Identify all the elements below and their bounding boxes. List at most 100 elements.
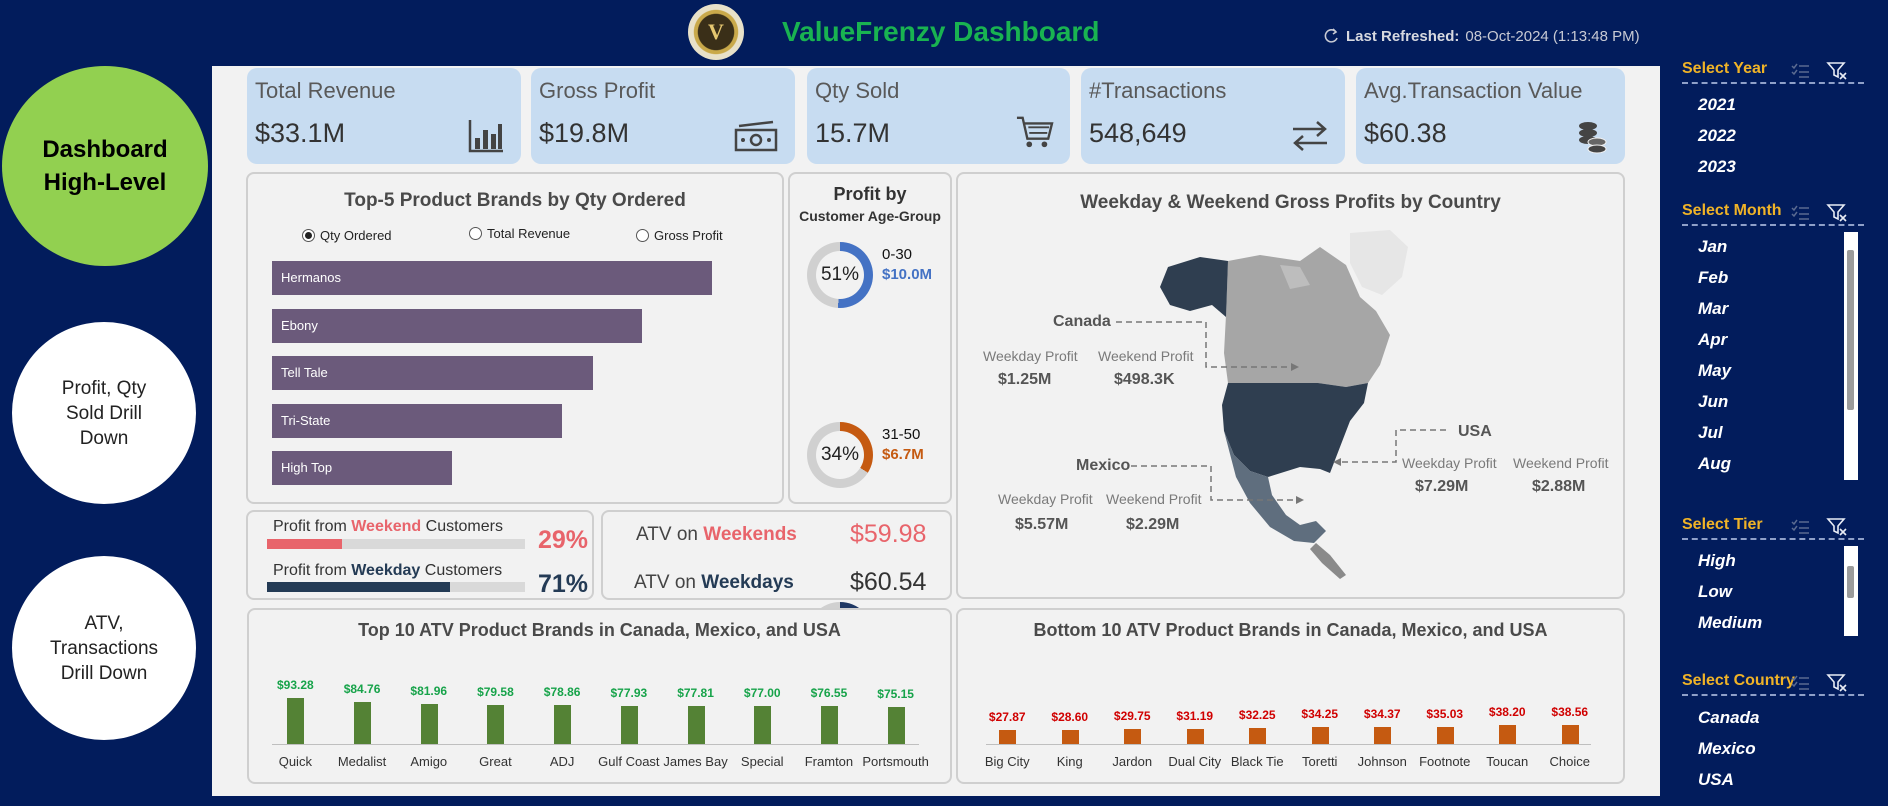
scrollbar-thumb[interactable] [1847, 250, 1854, 410]
atv-weekends-value: $59.98 [850, 520, 927, 548]
slicer-item-month[interactable]: Aug [1698, 454, 1731, 474]
atv-bar [1124, 729, 1142, 744]
country-label-usa: USA [1458, 423, 1492, 440]
atv-weekdays-value: $60.54 [850, 568, 927, 596]
kpi-value: $33.1M [255, 118, 346, 148]
nav-label: Dashboard High-Level [42, 136, 168, 196]
atv-bar [1374, 727, 1392, 744]
refresh-label: Last Refreshed: [1346, 27, 1460, 45]
kpi-label: #Transactions [1089, 78, 1227, 103]
weekend-progress [267, 539, 525, 549]
card-subtitle: Customer Age-Group [799, 208, 941, 224]
card-title: Top-5 Product Brands by Qty Ordered [344, 190, 686, 211]
weekday-profit-pct: 71% [538, 570, 589, 598]
nav-profit-qty-drill-down[interactable]: Profit, Qty Sold Drill Down [12, 322, 196, 504]
coins-icon [1579, 122, 1607, 154]
age-range: 31-50 [882, 426, 921, 443]
slicer-item-country[interactable]: Mexico [1698, 739, 1756, 759]
mexico-weekday-profit: $5.57M [1015, 516, 1069, 533]
atv-brand-label: Choice [1549, 754, 1590, 769]
card-title: Bottom 10 ATV Product Brands in Canada, … [1033, 620, 1548, 640]
refresh-icon[interactable] [1322, 27, 1340, 45]
radio-dot [636, 229, 649, 242]
logo-letter: V [708, 19, 724, 44]
slicer-item-month[interactable]: May [1698, 361, 1731, 381]
slicer-item-tier[interactable]: Medium [1698, 613, 1762, 633]
kpi-label: Gross Profit [539, 78, 656, 103]
slicer-item-month[interactable]: Jun [1698, 392, 1728, 412]
age-amount: $10.0M [882, 266, 933, 283]
clear-filter-icon[interactable] [1826, 61, 1847, 80]
atv-bar [1436, 727, 1454, 744]
weekday-progress [267, 582, 525, 592]
donut-pct: 51% [816, 251, 864, 299]
nav-atv-transactions-drill-down[interactable]: ATV, Transactions Drill Down [12, 556, 196, 740]
kpi-gross-profit: Gross Profit $19.8M [531, 68, 795, 164]
nav-dashboard-high-level[interactable]: Dashboard High-Level [2, 66, 208, 266]
slicer-item-tier[interactable]: Low [1698, 582, 1732, 602]
slicer-item-month[interactable]: Jan [1698, 237, 1727, 257]
slicer-item-year[interactable]: 2023 [1698, 157, 1736, 177]
radio-label: Total Revenue [487, 226, 571, 241]
atv-bar [554, 705, 572, 744]
canada-weekday-profit: $1.25M [998, 371, 1052, 388]
atv-bar [420, 704, 438, 744]
country-label-canada: Canada [1053, 313, 1111, 330]
atv-bar [999, 730, 1017, 744]
clear-filter-icon[interactable] [1826, 517, 1847, 536]
multi-select-icon[interactable] [1790, 674, 1810, 692]
slicer-item-tier[interactable]: High [1698, 551, 1736, 571]
axis-line [272, 744, 919, 745]
bar-chart-icon [468, 120, 503, 153]
multi-select-icon[interactable] [1790, 62, 1810, 80]
atv-bar [1249, 728, 1267, 744]
clear-filter-icon[interactable] [1826, 203, 1847, 222]
slicer-item-country[interactable]: USA [1698, 770, 1734, 790]
slicer-item-month[interactable]: Mar [1698, 299, 1728, 319]
kpi-value: $60.38 [1364, 118, 1447, 148]
scrollbar-thumb[interactable] [1847, 566, 1854, 598]
atv-bar [687, 706, 705, 744]
radio-qty-ordered[interactable]: Qty Ordered [302, 228, 392, 243]
transfer-arrows-icon [1293, 121, 1327, 151]
slicer-item-month[interactable]: Jul [1698, 423, 1723, 443]
slicer-item-month[interactable]: Feb [1698, 268, 1728, 288]
atv-bar [754, 706, 772, 744]
slicer-item-country[interactable]: Canada [1698, 708, 1759, 728]
brand-bar: Ebony [272, 308, 642, 343]
weekend-profit-label: Weekend Profit [1106, 491, 1202, 507]
slicer-item-year[interactable]: 2022 [1698, 126, 1736, 146]
weekday-progress-fill [267, 582, 451, 592]
brand-bar: High Top [272, 451, 452, 485]
atv-bar [1061, 730, 1079, 744]
slicer-item-year[interactable]: 2021 [1698, 95, 1736, 115]
radio-gross-profit[interactable]: Gross Profit [636, 228, 723, 243]
kpi-value: 15.7M [815, 118, 891, 148]
multi-select-icon[interactable] [1790, 204, 1810, 222]
weekday-profit-label: Weekday Profit [998, 491, 1093, 507]
brand-logo: V [688, 4, 744, 60]
refresh-value: 08-Oct-2024 (1:13:48 PM) [1465, 27, 1640, 45]
usa-weekday-profit: $7.29M [1415, 478, 1469, 495]
atv-weekdays-label: ATV on Weekdays [634, 572, 794, 593]
atv-bar [354, 702, 372, 744]
radio-total-revenue[interactable]: Total Revenue [469, 226, 570, 241]
atv-bar [620, 706, 638, 744]
multi-select-icon[interactable] [1790, 518, 1810, 536]
atv-brand-label: Portsmouth [862, 754, 929, 769]
atv-bar [1499, 725, 1517, 744]
weekday-profit-label: Weekday Profit [983, 348, 1078, 364]
mexico-weekend-profit: $2.29M [1126, 516, 1180, 533]
clear-filter-icon[interactable] [1826, 673, 1847, 692]
atv-weekends-label: ATV on Weekends [636, 524, 797, 545]
slicer-item-month[interactable]: Apr [1698, 330, 1727, 350]
slicer-scrollbar[interactable] [1844, 232, 1858, 480]
kpi-transactions: #Transactions 548,649 [1081, 68, 1345, 164]
brand-bar: Hermanos [272, 261, 712, 295]
weekend-profit-pct: 29% [538, 526, 589, 554]
slicer-scrollbar[interactable] [1844, 546, 1858, 636]
nav-label: ATV, Transactions Drill Down [49, 612, 159, 684]
map-connectors [1116, 321, 1446, 504]
card-title: Profit by [833, 184, 907, 204]
weekend-profit-label: Weekend Profit [1098, 348, 1194, 364]
